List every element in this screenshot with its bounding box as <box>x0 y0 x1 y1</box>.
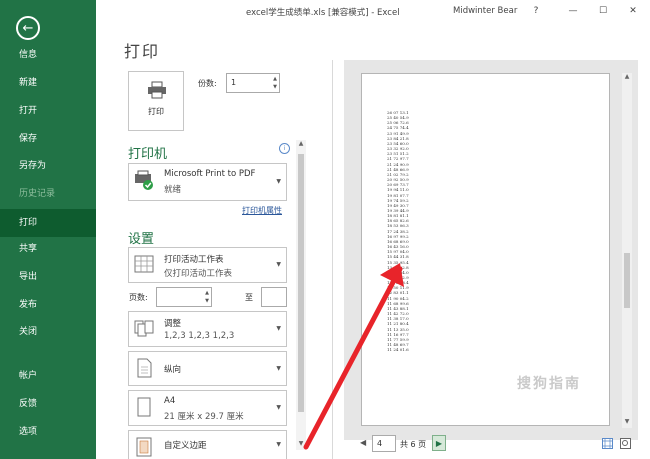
nav-item-info[interactable]: 信息 <box>0 43 96 67</box>
preview-number-row: 19 94 11.0 <box>387 187 409 193</box>
chevron-down-icon: ▼ <box>276 364 281 372</box>
zoom-to-page-icon[interactable] <box>620 438 631 449</box>
page-title: 打印 <box>124 42 161 61</box>
paper-size-select[interactable]: A4 21 厘米 x 29.7 厘米 ▼ <box>128 390 287 426</box>
red-arrow-annotation <box>303 263 404 450</box>
page-total: 共 6 页 <box>400 440 427 449</box>
preview-number-row: 21 72 97.7 <box>387 156 409 162</box>
print-button-label: 打印 <box>148 107 164 116</box>
printer-properties-link[interactable]: 打印机属性 <box>242 205 282 216</box>
copies-value: 1 <box>231 78 237 87</box>
preview-scrollbar[interactable]: ▲ ▼ <box>622 73 632 428</box>
nav-item-save-as[interactable]: 另存为 <box>0 154 96 178</box>
paper-size-sub: 21 厘米 x 29.7 厘米 <box>164 412 244 422</box>
margins-icon <box>136 437 152 457</box>
printer-icon <box>148 81 166 99</box>
watermark-text: 搜狗指南 <box>517 376 581 392</box>
next-page-icon[interactable]: ▶ <box>432 435 446 451</box>
chevron-down-icon: ▼ <box>276 404 281 411</box>
preview-number-row: 19 81 07.7 <box>387 192 409 198</box>
printer-ready-icon <box>135 170 153 190</box>
show-margins-icon[interactable] <box>602 438 613 449</box>
chevron-down-icon: ▼ <box>276 441 281 448</box>
chevron-down-icon: ▼ <box>276 325 281 332</box>
print-scope-title: 打印活动工作表 <box>164 255 224 265</box>
preview-number-row: 24 75 74.4 <box>387 125 409 131</box>
printer-select[interactable]: Microsoft Print to PDF 就绪 ▼ <box>128 163 287 201</box>
scroll-up-icon[interactable]: ▲ <box>622 73 632 80</box>
printer-status: 就绪 <box>164 185 182 195</box>
paper-icon <box>137 397 151 417</box>
orientation-value: 纵向 <box>164 365 182 375</box>
stepper-down-icon[interactable]: ▼ <box>273 84 277 90</box>
info-icon[interactable]: i <box>279 143 290 154</box>
close-button[interactable]: ✕ <box>626 4 640 18</box>
nav-item-save[interactable]: 保存 <box>0 127 96 151</box>
margins-value: 自定义边距 <box>164 441 207 451</box>
preview-number-row: 21 24 90.9 <box>387 161 409 167</box>
backstage-nav: ← 信息 新建 打开 保存 另存为 历史记录 打印 共享 导出 发布 关闭 帐户… <box>0 0 96 459</box>
copies-label: 份数: <box>198 79 217 88</box>
back-arrow-icon[interactable]: ← <box>16 16 40 40</box>
print-button[interactable]: 打印 <box>128 71 184 131</box>
chevron-down-icon: ▼ <box>276 261 281 268</box>
minimize-button[interactable]: — <box>566 4 580 18</box>
collate-select[interactable]: 调整 1,2,3 1,2,3 1,2,3 ▼ <box>128 311 287 347</box>
margins-select[interactable]: 自定义边距 ▼ <box>128 430 287 459</box>
orientation-select[interactable]: 纵向 ▼ <box>128 351 287 386</box>
printer-name: Microsoft Print to PDF <box>164 169 256 179</box>
page-number-input[interactable]: 4 <box>372 435 396 452</box>
preview-number-row: 17 24 38.2 <box>387 228 409 234</box>
scroll-thumb[interactable] <box>624 253 630 308</box>
nav-item-new[interactable]: 新建 <box>0 71 96 95</box>
copies-stepper[interactable]: 1 ▲ ▼ <box>226 73 280 93</box>
nav-item-options[interactable]: 选项 <box>0 420 96 444</box>
chevron-down-icon: ▼ <box>276 178 281 185</box>
stepper-up-icon[interactable]: ▲ <box>205 290 209 296</box>
nav-item-print[interactable]: 打印 <box>0 209 96 237</box>
nav-item-publish[interactable]: 发布 <box>0 293 96 317</box>
nav-item-open[interactable]: 打开 <box>0 99 96 123</box>
collate-title: 调整 <box>164 319 182 329</box>
paper-size-title: A4 <box>164 396 176 406</box>
scroll-up-icon[interactable]: ▲ <box>296 140 306 147</box>
print-scope-select[interactable]: 打印活动工作表 仅打印活动工作表 ▼ <box>128 247 287 283</box>
print-scope-sub: 仅打印活动工作表 <box>164 269 233 279</box>
collate-sub: 1,2,3 1,2,3 1,2,3 <box>164 331 235 341</box>
prev-page-icon[interactable]: ◀ <box>360 438 366 447</box>
nav-item-close[interactable]: 关闭 <box>0 320 96 344</box>
restore-button[interactable]: ☐ <box>596 4 610 18</box>
pages-label: 页数: <box>129 293 148 302</box>
collate-icon <box>134 320 154 337</box>
to-label: 至 <box>245 293 253 302</box>
scroll-down-icon[interactable]: ▼ <box>622 418 632 425</box>
nav-item-export[interactable]: 导出 <box>0 265 96 289</box>
window-title: excel学生成绩单.xls [兼容模式] - Excel <box>246 8 400 18</box>
stepper-down-icon[interactable]: ▼ <box>205 298 209 304</box>
portrait-page-icon <box>137 358 152 378</box>
worksheet-icon <box>134 255 154 273</box>
user-name[interactable]: Midwinter Bear <box>453 6 517 16</box>
stepper-up-icon[interactable]: ▲ <box>273 76 277 82</box>
nav-item-history: 历史记录 <box>19 189 56 199</box>
settings-section-title: 设置 <box>128 232 155 247</box>
help-button[interactable]: ? <box>529 4 543 18</box>
nav-item-account[interactable]: 帐户 <box>0 364 96 388</box>
nav-item-feedback[interactable]: 反馈 <box>0 392 96 416</box>
page-from-input[interactable]: ▲ ▼ <box>156 287 212 307</box>
title-bar: excel学生成绩单.xls [兼容模式] - Excel Midwinter … <box>96 0 650 24</box>
printer-section-title: 打印机 <box>128 147 168 162</box>
page-to-input[interactable] <box>261 287 287 307</box>
nav-item-share[interactable]: 共享 <box>0 237 96 261</box>
preview-number-row: 18 53 06.3 <box>387 223 409 229</box>
